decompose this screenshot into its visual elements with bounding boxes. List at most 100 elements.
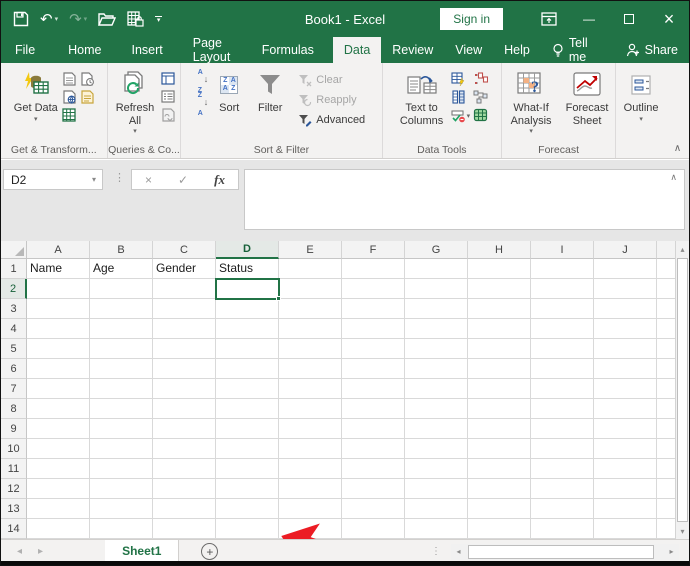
cell-I6[interactable] [531, 359, 594, 379]
undo-dropdown-icon[interactable]: ▾ [55, 16, 59, 23]
cell-I1[interactable] [531, 259, 594, 279]
existing-connections-icon[interactable] [80, 89, 95, 104]
column-header-C[interactable]: C [153, 241, 216, 259]
cell-F12[interactable] [342, 479, 405, 499]
cell-A5[interactable] [27, 339, 90, 359]
cell-D10[interactable] [216, 439, 279, 459]
cell-J12[interactable] [594, 479, 657, 499]
cell-B6[interactable] [90, 359, 153, 379]
scroll-right-icon[interactable]: ▸ [664, 543, 679, 560]
column-header-I[interactable]: I [531, 241, 594, 259]
cell-G12[interactable] [405, 479, 468, 499]
tab-home[interactable]: Home [57, 37, 112, 63]
cell-D6[interactable] [216, 359, 279, 379]
column-header-H[interactable]: H [468, 241, 531, 259]
cell-A14[interactable] [27, 519, 90, 539]
cell-D11[interactable] [216, 459, 279, 479]
cell-I10[interactable] [531, 439, 594, 459]
cell-partial-6[interactable] [657, 359, 677, 379]
data-validation-button[interactable]: ▾ [451, 107, 470, 125]
cell-partial-14[interactable] [657, 519, 677, 539]
cell-C9[interactable] [153, 419, 216, 439]
minimize-button[interactable]: — [569, 1, 609, 37]
cell-A7[interactable] [27, 379, 90, 399]
sheet-nav-left-icon[interactable]: ◂ [17, 546, 22, 557]
cell-B11[interactable] [90, 459, 153, 479]
cell-G7[interactable] [405, 379, 468, 399]
cell-F7[interactable] [342, 379, 405, 399]
cell-E5[interactable] [279, 339, 342, 359]
cell-A13[interactable] [27, 499, 90, 519]
cell-G6[interactable] [405, 359, 468, 379]
manage-data-model-icon[interactable] [473, 107, 488, 122]
cell-B9[interactable] [90, 419, 153, 439]
row-header-9[interactable]: 9 [1, 419, 27, 439]
cell-A6[interactable] [27, 359, 90, 379]
cell-B14[interactable] [90, 519, 153, 539]
from-table-range-icon[interactable] [62, 107, 77, 122]
cell-D7[interactable] [216, 379, 279, 399]
cell-B8[interactable] [90, 399, 153, 419]
formula-bar-collapse-icon[interactable]: ∧ [670, 172, 677, 183]
cell-H3[interactable] [468, 299, 531, 319]
customize-qat-button[interactable]: ▾ [155, 15, 163, 24]
forecast-sheet-button[interactable]: Forecast Sheet [561, 67, 613, 127]
cell-J8[interactable] [594, 399, 657, 419]
filter-button[interactable]: Filter [250, 67, 290, 115]
cell-H4[interactable] [468, 319, 531, 339]
fill-handle[interactable] [276, 296, 281, 301]
cell-B2[interactable] [90, 279, 153, 299]
cell-B7[interactable] [90, 379, 153, 399]
consolidate-icon[interactable] [473, 71, 489, 86]
cell-H6[interactable] [468, 359, 531, 379]
cell-E11[interactable] [279, 459, 342, 479]
cell-partial-1[interactable] [657, 259, 677, 279]
row-header-7[interactable]: 7 [1, 379, 27, 399]
cell-E1[interactable] [279, 259, 342, 279]
cell-B3[interactable] [90, 299, 153, 319]
cell-C6[interactable] [153, 359, 216, 379]
row-header-14[interactable]: 14 [1, 519, 27, 539]
collapse-ribbon-button[interactable]: ∧ [666, 63, 689, 158]
cell-C13[interactable] [153, 499, 216, 519]
select-all-corner[interactable] [1, 241, 27, 259]
column-header-G[interactable]: G [405, 241, 468, 259]
scroll-left-icon[interactable]: ◂ [451, 543, 466, 560]
get-data-button[interactable]: Get Data ▾ [13, 67, 59, 124]
tab-share[interactable]: Share [615, 37, 689, 63]
cell-G4[interactable] [405, 319, 468, 339]
cell-H7[interactable] [468, 379, 531, 399]
cell-I9[interactable] [531, 419, 594, 439]
save-icon[interactable] [13, 11, 29, 27]
cell-B4[interactable] [90, 319, 153, 339]
cell-J6[interactable] [594, 359, 657, 379]
cell-A11[interactable] [27, 459, 90, 479]
scroll-down-icon[interactable]: ▾ [676, 523, 689, 539]
from-web-icon[interactable] [62, 89, 77, 104]
cell-I3[interactable] [531, 299, 594, 319]
cell-B5[interactable] [90, 339, 153, 359]
cell-F11[interactable] [342, 459, 405, 479]
from-text-icon[interactable] [62, 71, 77, 86]
cell-D3[interactable] [216, 299, 279, 319]
cancel-icon[interactable]: × [145, 173, 152, 187]
row-header-12[interactable]: 12 [1, 479, 27, 499]
relationships-icon[interactable] [473, 89, 488, 104]
cell-D9[interactable] [216, 419, 279, 439]
cell-A3[interactable] [27, 299, 90, 319]
cell-E8[interactable] [279, 399, 342, 419]
vertical-scroll-thumb[interactable] [677, 258, 688, 522]
close-button[interactable]: × [649, 1, 689, 37]
cell-D8[interactable] [216, 399, 279, 419]
cell-G14[interactable] [405, 519, 468, 539]
cell-H1[interactable] [468, 259, 531, 279]
cell-D1[interactable]: Status [216, 259, 279, 279]
cell-G1[interactable] [405, 259, 468, 279]
column-header-B[interactable]: B [90, 241, 153, 259]
cell-C1[interactable]: Gender [153, 259, 216, 279]
cell-C3[interactable] [153, 299, 216, 319]
cell-A4[interactable] [27, 319, 90, 339]
tab-file[interactable]: File [1, 37, 49, 63]
remove-duplicates-icon[interactable] [451, 89, 466, 104]
cell-F8[interactable] [342, 399, 405, 419]
